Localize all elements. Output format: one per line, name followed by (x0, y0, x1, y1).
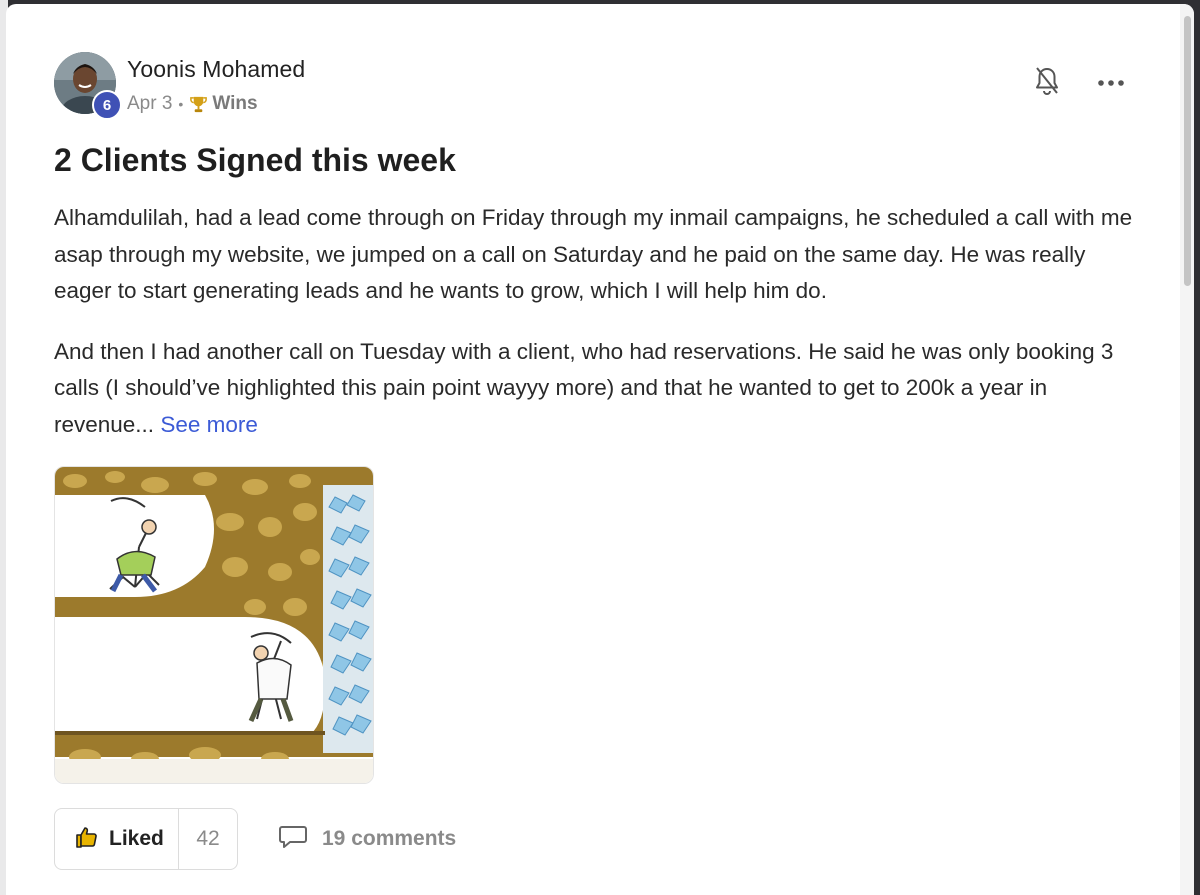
scrollbar-thumb[interactable] (1184, 16, 1191, 286)
post-paragraph-with-more: And then I had another call on Tuesday w… (54, 334, 1144, 444)
notifications-toggle-button[interactable] (1032, 66, 1062, 100)
like-group: Liked 42 (54, 808, 238, 870)
author-name[interactable]: Yoonis Mohamed (127, 56, 305, 83)
comment-bubble-icon (278, 824, 308, 855)
miners-digging-toward-diamonds-cartoon (55, 467, 373, 783)
post: 6 Yoonis Mohamed Apr 3 • Wins 2 Clients … (54, 50, 1144, 870)
comments-button[interactable]: 19 comments (278, 808, 456, 870)
like-button[interactable]: Liked (55, 809, 179, 869)
post-category[interactable]: Wins (212, 93, 257, 115)
post-image-attachment[interactable] (54, 466, 374, 784)
level-badge: 6 (92, 90, 122, 120)
post-modal: 6 Yoonis Mohamed Apr 3 • Wins 2 Clients … (6, 4, 1194, 895)
like-label: Liked (109, 827, 164, 850)
scrollbar[interactable] (1180, 4, 1194, 895)
post-meta: Apr 3 • Wins (127, 93, 258, 115)
trophy-icon (189, 95, 208, 114)
meta-separator: • (178, 96, 184, 112)
post-body: Alhamdulilah, had a lead come through on… (54, 200, 1144, 467)
post-header: 6 Yoonis Mohamed Apr 3 • Wins (54, 50, 1144, 120)
like-count[interactable]: 42 (179, 809, 237, 869)
see-more-link[interactable]: See more (160, 412, 258, 437)
post-date[interactable]: Apr 3 (127, 93, 172, 115)
comments-count-label: 19 comments (322, 827, 457, 850)
post-actions: Liked 42 19 comments (54, 808, 654, 870)
post-title: 2 Clients Signed this week (54, 142, 456, 178)
post-paragraph: Alhamdulilah, had a lead come through on… (54, 205, 1133, 303)
thumbs-up-icon (75, 825, 99, 854)
bell-off-icon (1034, 66, 1060, 101)
more-horizontal-icon (1097, 74, 1125, 92)
more-options-button[interactable] (1094, 68, 1128, 98)
